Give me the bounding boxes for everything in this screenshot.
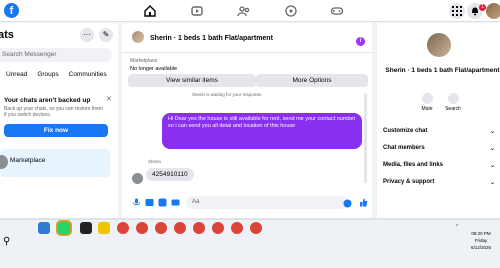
chevron-down-icon: ⌄ <box>489 129 495 135</box>
windows-icon[interactable] <box>38 222 50 234</box>
listing-avatar <box>427 33 451 57</box>
image-icon[interactable] <box>145 198 154 207</box>
sticker-icon[interactable] <box>158 198 167 207</box>
top-navigation-bar: f 1 <box>0 0 500 22</box>
whatsapp-icon[interactable] <box>56 220 72 236</box>
message-composer: Aa <box>122 193 372 213</box>
chat-details-panel: Sherin · 1 beds 1 bath Flat/apartment Mu… <box>377 23 500 218</box>
search-messenger-input[interactable]: Search Messenger <box>0 48 112 62</box>
media-files-links-row[interactable]: Media, files and links ⌄ <box>383 162 495 169</box>
files-icon[interactable] <box>98 222 110 234</box>
close-icon[interactable]: ✕ <box>106 95 112 103</box>
marketplace-label: Marketplace <box>130 58 158 64</box>
message-input[interactable]: Aa <box>186 196 348 209</box>
filter-communities[interactable]: Communities <box>69 71 107 78</box>
clock-day: Friday <box>474 238 488 243</box>
notifications-bell-icon[interactable]: 1 <box>467 3 486 19</box>
chat-title[interactable]: Sherin · 1 beds 1 bath Flat/apartment <box>150 35 273 42</box>
groups-icon[interactable] <box>284 4 298 18</box>
chrome-icon[interactable] <box>231 222 243 234</box>
view-similar-items-button[interactable]: View similar items <box>128 74 256 87</box>
conversation-item-marketplace[interactable]: Marketplace <box>0 149 110 177</box>
mute-label: Mute <box>421 106 433 112</box>
chevron-down-icon: ⌄ <box>489 163 495 169</box>
search-label: Search <box>445 106 461 112</box>
chat-members-row[interactable]: Chat members ⌄ <box>383 145 495 152</box>
chats-sidebar: ats ··· ✎ Search Messenger Unread Groups… <box>0 23 118 218</box>
chats-title: ats <box>0 29 14 41</box>
system-tray[interactable]: ⌃ <box>455 224 459 230</box>
chat-header: Sherin · 1 beds 1 bath Flat/apartment i <box>122 23 372 53</box>
video-icon[interactable] <box>190 4 204 18</box>
fix-now-button[interactable]: Fix now <box>4 124 108 137</box>
mute-action[interactable]: Mute <box>417 93 437 112</box>
chat-avatar[interactable] <box>132 31 144 43</box>
app-icon[interactable] <box>80 222 92 234</box>
info-icon[interactable]: i <box>356 37 365 46</box>
profile-avatar[interactable] <box>486 3 500 19</box>
filter-unread[interactable]: Unread <box>6 71 27 78</box>
details-title: Sherin · 1 beds 1 bath Flat/apartment <box>385 67 500 74</box>
chat-members-label: Chat members <box>383 145 425 151</box>
gaming-icon[interactable] <box>330 4 344 18</box>
home-icon[interactable] <box>143 4 157 18</box>
conversation-avatar <box>0 155 8 169</box>
chat-scrollbar[interactable] <box>364 93 367 183</box>
sender-name: Sherin <box>148 159 162 164</box>
customize-chat-label: Customize chat <box>383 128 428 134</box>
chrome-icon[interactable] <box>193 222 205 234</box>
outgoing-message: Hi Dear yes the house is still available… <box>162 113 362 149</box>
clock-date: 6/12/2026 <box>470 245 492 250</box>
bell-icon <box>421 93 433 104</box>
like-icon[interactable] <box>359 198 368 207</box>
search-action[interactable]: Search <box>443 93 463 112</box>
conversation-name: Marketplace <box>10 157 46 164</box>
chat-panel: Sherin · 1 beds 1 bath Flat/apartment i … <box>122 23 372 218</box>
new-message-icon[interactable]: ✎ <box>99 28 113 42</box>
facebook-logo[interactable]: f <box>4 3 19 18</box>
backup-title: Your chats aren't backed up <box>4 97 91 104</box>
notification-badge: 1 <box>479 4 486 11</box>
more-options-icon[interactable]: ··· <box>80 28 94 42</box>
privacy-support-row[interactable]: Privacy & support ⌄ <box>383 179 495 186</box>
clock[interactable]: 08:20 PM Friday 6/12/2026 <box>466 230 496 251</box>
menu-grid-icon[interactable] <box>449 3 465 19</box>
emoji-icon[interactable] <box>343 199 352 208</box>
waiting-status: Sherin is waiting for your response. <box>192 92 263 97</box>
backup-description: Back up your chats, so you can restore t… <box>4 106 103 118</box>
gif-icon[interactable] <box>171 198 180 207</box>
chevron-down-icon: ⌄ <box>489 146 495 152</box>
chrome-icon[interactable] <box>174 222 186 234</box>
search-icon <box>447 93 459 104</box>
listing-status: No longer available <box>130 66 178 72</box>
clock-time: 08:20 PM <box>471 231 491 236</box>
incoming-message: 4254910110 <box>146 168 194 181</box>
search-icon[interactable]: ⚲ <box>3 236 10 247</box>
sender-avatar <box>132 173 143 184</box>
microphone-icon[interactable] <box>132 198 141 207</box>
customize-chat-row[interactable]: Customize chat ⌄ <box>383 128 495 135</box>
chrome-icon[interactable] <box>117 222 129 234</box>
media-files-links-label: Media, files and links <box>383 162 444 168</box>
filter-groups[interactable]: Groups <box>37 71 58 78</box>
chrome-icon[interactable] <box>250 222 262 234</box>
privacy-support-label: Privacy & support <box>383 179 435 185</box>
more-options-button[interactable]: More Options <box>256 74 368 87</box>
chrome-icon[interactable] <box>136 222 148 234</box>
chrome-icon[interactable] <box>155 222 167 234</box>
friends-icon[interactable] <box>237 4 251 18</box>
chat-filters: Unread Groups Communities <box>6 71 107 78</box>
chrome-icon[interactable] <box>212 222 224 234</box>
windows-taskbar: ⚲ ⌃ 08:20 PM Friday 6/12/2026 <box>0 220 500 268</box>
chevron-down-icon: ⌄ <box>489 180 495 186</box>
